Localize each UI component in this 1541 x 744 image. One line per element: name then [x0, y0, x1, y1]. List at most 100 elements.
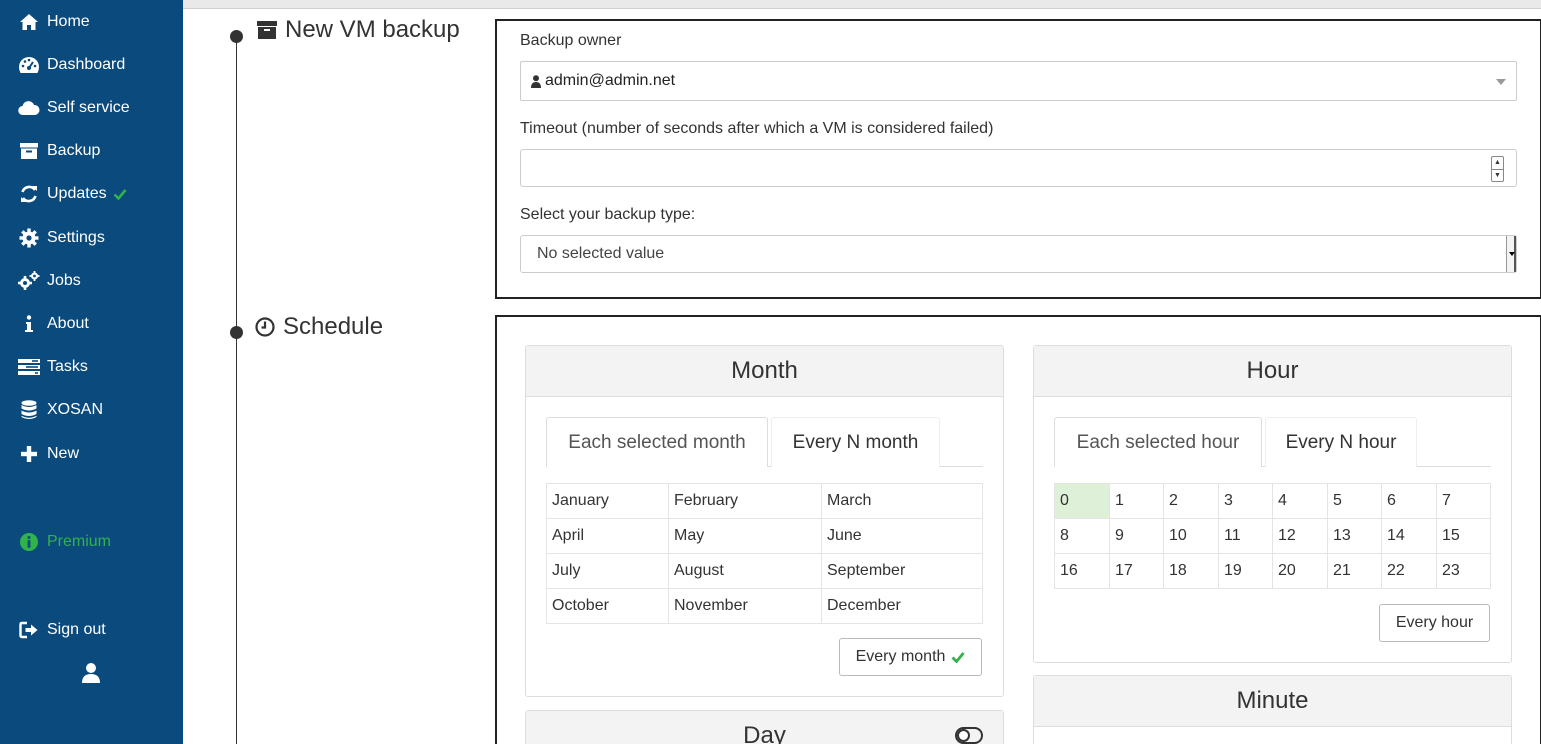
table-row: October November December	[546, 588, 983, 624]
sidebar-item-tasks[interactable]: Tasks	[0, 349, 183, 385]
hour-cell[interactable]: 16	[1054, 553, 1110, 589]
hour-cell[interactable]: 15	[1436, 518, 1491, 554]
gear-icon	[18, 227, 40, 249]
hour-cell-selected[interactable]: 0	[1054, 483, 1110, 519]
month-cell[interactable]: March	[821, 483, 983, 519]
sidebar-item-about[interactable]: About	[0, 306, 183, 342]
dashboard-icon	[18, 54, 40, 76]
hour-cell[interactable]: 23	[1436, 553, 1491, 589]
tasks-icon	[18, 356, 40, 378]
hour-cell[interactable]: 17	[1109, 553, 1164, 589]
day-card: Day	[525, 710, 1004, 744]
section-title-schedule: Schedule	[255, 313, 383, 341]
every-hour-button[interactable]: Every hour	[1379, 604, 1490, 642]
check-icon	[113, 189, 127, 201]
sidebar-item-jobs[interactable]: Jobs	[0, 263, 183, 299]
month-cell[interactable]: February	[668, 483, 822, 519]
hour-cell[interactable]: 2	[1163, 483, 1219, 519]
hour-cell[interactable]: 13	[1327, 518, 1382, 554]
sidebar-item-self-service[interactable]: Self service	[0, 90, 183, 126]
backup-type-select[interactable]: No selected value	[520, 235, 1517, 273]
hour-cell[interactable]: 10	[1163, 518, 1219, 554]
month-card-header: Month	[526, 346, 1003, 397]
every-month-button[interactable]: Every month	[839, 638, 982, 676]
month-cell[interactable]: November	[668, 588, 822, 624]
spinner-down-icon[interactable]: ▼	[1492, 168, 1503, 182]
month-cell[interactable]: January	[546, 483, 669, 519]
sidebar-item-xosan[interactable]: XOSAN	[0, 392, 183, 428]
sidebar-item-premium[interactable]: Premium	[0, 524, 183, 560]
sidebar-item-label: Home	[47, 13, 90, 30]
day-toggle[interactable]	[955, 727, 983, 744]
hour-cell[interactable]: 5	[1327, 483, 1382, 519]
timeout-label: Timeout (number of seconds after which a…	[520, 120, 994, 137]
timeline-dot-backup	[230, 30, 243, 43]
tab-each-selected-hour[interactable]: Each selected hour	[1054, 417, 1262, 467]
hour-cell[interactable]: 1	[1109, 483, 1164, 519]
sidebar-item-home[interactable]: Home	[0, 4, 183, 40]
tab-every-n-month[interactable]: Every N month	[771, 417, 940, 467]
hour-cell[interactable]: 8	[1054, 518, 1110, 554]
hour-cell[interactable]: 7	[1436, 483, 1491, 519]
table-row: 0 1 2 3 4 5 6 7	[1054, 483, 1491, 519]
table-row: January February March	[546, 483, 983, 519]
sidebar-item-label: Backup	[47, 142, 101, 159]
sidebar-item-dashboard[interactable]: Dashboard	[0, 47, 183, 83]
sidebar-item-updates[interactable]: Updates	[0, 176, 183, 212]
month-cell[interactable]: August	[668, 553, 822, 589]
month-tabs: Each selected month Every N month	[546, 417, 983, 467]
hour-cell[interactable]: 22	[1381, 553, 1437, 589]
backup-type-label: Select your backup type:	[520, 206, 696, 223]
backup-type-value: No selected value	[537, 245, 665, 262]
hour-cell[interactable]: 14	[1381, 518, 1437, 554]
schedule-panel: Month Each selected month Every N month …	[495, 315, 1541, 744]
hour-card: Hour Each selected hour Every N hour 0 1…	[1033, 345, 1512, 663]
hour-cell[interactable]: 9	[1109, 518, 1164, 554]
tab-each-selected-month[interactable]: Each selected month	[546, 417, 768, 467]
backup-owner-value: admin@admin.net	[545, 72, 676, 89]
hour-cell[interactable]: 18	[1163, 553, 1219, 589]
hour-cell[interactable]: 11	[1218, 518, 1273, 554]
hour-cell[interactable]: 21	[1327, 553, 1382, 589]
page-title: New VM backup	[285, 16, 460, 43]
table-row: July August September	[546, 553, 983, 589]
sign-out-button[interactable]: Sign out	[0, 612, 183, 648]
hour-tabs: Each selected hour Every N hour	[1054, 417, 1491, 467]
clock-icon	[255, 317, 275, 337]
month-cell[interactable]: April	[546, 518, 669, 554]
hour-cell[interactable]: 12	[1272, 518, 1328, 554]
hour-cell[interactable]: 6	[1381, 483, 1437, 519]
hour-cell[interactable]: 19	[1218, 553, 1273, 589]
month-cell[interactable]: September	[821, 553, 983, 589]
month-card: Month Each selected month Every N month …	[525, 345, 1004, 697]
user-icon	[531, 74, 541, 88]
hour-cell[interactable]: 3	[1218, 483, 1273, 519]
minute-card: Minute	[1033, 675, 1512, 744]
select-dropdown-button[interactable]	[1506, 236, 1516, 272]
backup-owner-select[interactable]: admin@admin.net	[520, 61, 1517, 101]
timeout-spinner[interactable]: ▲ ▼	[1491, 156, 1504, 182]
month-cell[interactable]: May	[668, 518, 822, 554]
hour-cell[interactable]: 20	[1272, 553, 1328, 589]
schedule-title: Schedule	[283, 313, 384, 340]
month-table: January February March April May June Ju…	[546, 483, 983, 624]
section-title-backup: New VM backup	[257, 16, 460, 44]
month-cell[interactable]: December	[821, 588, 983, 624]
sidebar-item-settings[interactable]: Settings	[0, 220, 183, 256]
month-cell[interactable]: July	[546, 553, 669, 589]
month-cell[interactable]: October	[546, 588, 669, 624]
tab-every-n-hour[interactable]: Every N hour	[1265, 417, 1417, 467]
month-cell[interactable]: June	[821, 518, 983, 554]
check-icon	[951, 652, 965, 663]
hour-cell[interactable]: 4	[1272, 483, 1328, 519]
refresh-icon	[18, 183, 40, 205]
sidebar-item-new[interactable]: New	[0, 436, 183, 472]
user-icon[interactable]	[81, 662, 101, 684]
backup-owner-label: Backup owner	[520, 32, 622, 49]
chevron-down-icon	[1496, 79, 1506, 85]
premium-label: Premium	[47, 533, 112, 550]
sidebar-item-backup[interactable]: Backup	[0, 133, 183, 169]
timeout-input[interactable]: ▲ ▼	[520, 149, 1517, 187]
info-icon	[18, 313, 40, 335]
spinner-up-icon[interactable]: ▲	[1492, 157, 1503, 169]
